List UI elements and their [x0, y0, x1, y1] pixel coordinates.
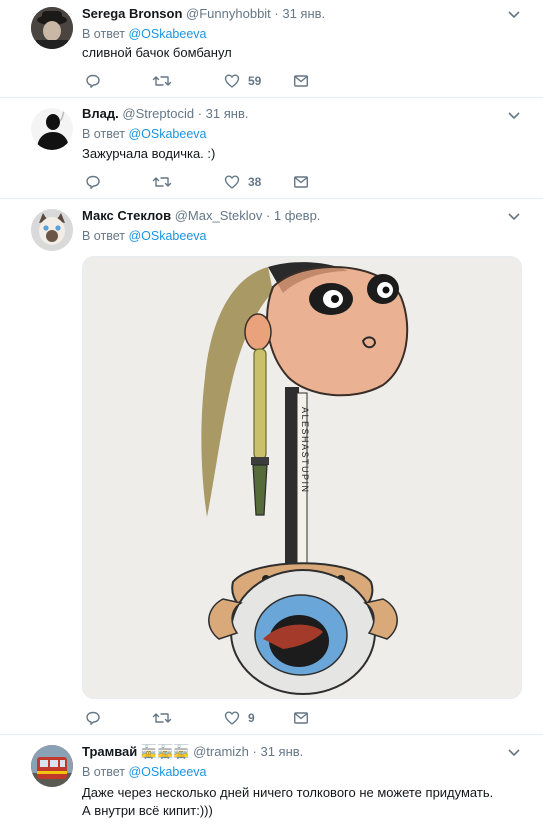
like-button[interactable]: 38: [224, 172, 261, 192]
tweet-text-line: Даже через несколько дней ничего толково…: [82, 785, 494, 800]
chevron-down-icon[interactable]: [507, 111, 521, 121]
chevron-down-icon[interactable]: [507, 212, 521, 222]
message-icon: [294, 712, 309, 724]
like-count: 38: [248, 175, 262, 189]
mention-link[interactable]: @OSkabeeva: [128, 27, 206, 41]
reply-prefix: В ответ: [82, 765, 125, 779]
reply-icon: [86, 175, 100, 189]
reply-prefix: В ответ: [82, 127, 125, 141]
timestamp[interactable]: · 31 янв.: [274, 6, 325, 21]
like-icon: [224, 74, 240, 88]
action-bar: 38: [82, 172, 332, 192]
tweet: Трамвай 🚋🚋🚋 @tramizh · 31 янв. В ответ @…: [0, 735, 543, 829]
timestamp[interactable]: · 1 февр.: [266, 208, 320, 223]
tweet-header: Serega Bronson @Funnyhobbit · 31 янв.: [82, 6, 325, 22]
reply-prefix: В ответ: [82, 27, 125, 41]
reply-context: В ответ @OSkabeeva: [82, 126, 206, 142]
tweet-header: Влад. @Streptocid · 31 янв.: [82, 106, 248, 122]
mention-link[interactable]: @OSkabeeva: [128, 229, 206, 243]
reply-icon: [86, 74, 100, 88]
avatar[interactable]: [31, 7, 73, 49]
action-bar: 59: [82, 71, 332, 91]
reply-icon: [86, 711, 100, 725]
user-name[interactable]: Serega Bronson: [82, 6, 182, 21]
tweet-image[interactable]: ALESHASTUPIN: [82, 256, 522, 699]
like-button[interactable]: 59: [224, 71, 261, 91]
avatar[interactable]: [31, 209, 73, 251]
chevron-down-icon[interactable]: [507, 10, 521, 20]
user-name[interactable]: Трамвай 🚋🚋🚋: [82, 744, 189, 759]
tweet-text: сливной бачок бомбанул: [82, 45, 232, 60]
reply-button[interactable]: [85, 172, 101, 192]
user-name[interactable]: Влад.: [82, 106, 119, 121]
drawing-signature: ALESHASTUPIN: [300, 407, 310, 494]
chevron-down-icon[interactable]: [507, 748, 521, 758]
retweet-button[interactable]: [152, 172, 172, 192]
reply-prefix: В ответ: [82, 229, 125, 243]
like-icon: [224, 175, 240, 189]
like-icon: [224, 711, 240, 725]
retweet-button[interactable]: [152, 71, 172, 91]
tweet-text: Зажурчала водичка. :): [82, 146, 216, 161]
reply-button[interactable]: [85, 71, 101, 91]
tweet-header: Макс Стеклов @Max_Steklov · 1 февр.: [82, 208, 320, 224]
reply-button[interactable]: [85, 708, 101, 728]
like-button[interactable]: 9: [224, 708, 255, 728]
reply-context: В ответ @OSkabeeva: [82, 764, 206, 780]
user-handle[interactable]: @Max_Steklov: [175, 208, 263, 223]
tweet: Макс Стеклов @Max_Steklov · 1 февр. В от…: [0, 199, 543, 735]
retweet-icon: [152, 76, 172, 86]
retweet-icon: [152, 713, 172, 723]
tweet: Влад. @Streptocid · 31 янв. В ответ @OSk…: [0, 98, 543, 199]
like-count: 9: [248, 711, 255, 725]
message-button[interactable]: [293, 71, 309, 91]
user-name[interactable]: Макс Стеклов: [82, 208, 171, 223]
retweet-button[interactable]: [152, 708, 172, 728]
timestamp[interactable]: · 31 янв.: [253, 744, 304, 759]
user-handle[interactable]: @tramizh: [193, 744, 249, 759]
action-bar: 9: [82, 708, 332, 728]
tweet: Serega Bronson @Funnyhobbit · 31 янв. В …: [0, 0, 543, 98]
avatar[interactable]: [31, 108, 73, 150]
reply-context: В ответ @OSkabeeva: [82, 26, 206, 42]
timestamp[interactable]: · 31 янв.: [198, 106, 249, 121]
like-count: 59: [248, 74, 262, 88]
mention-link[interactable]: @OSkabeeva: [128, 127, 206, 141]
tweet-text-line: А внутри всё кипит:))): [82, 803, 213, 818]
user-handle[interactable]: @Streptocid: [122, 106, 194, 121]
reply-context: В ответ @OSkabeeva: [82, 228, 206, 244]
message-icon: [294, 75, 309, 87]
tweet-header: Трамвай 🚋🚋🚋 @tramizh · 31 янв.: [82, 744, 303, 760]
message-button[interactable]: [293, 172, 309, 192]
message-button[interactable]: [293, 708, 309, 728]
mention-link[interactable]: @OSkabeeva: [128, 765, 206, 779]
message-icon: [294, 176, 309, 188]
avatar[interactable]: [31, 745, 73, 787]
retweet-icon: [152, 177, 172, 187]
user-handle[interactable]: @Funnyhobbit: [186, 6, 271, 21]
